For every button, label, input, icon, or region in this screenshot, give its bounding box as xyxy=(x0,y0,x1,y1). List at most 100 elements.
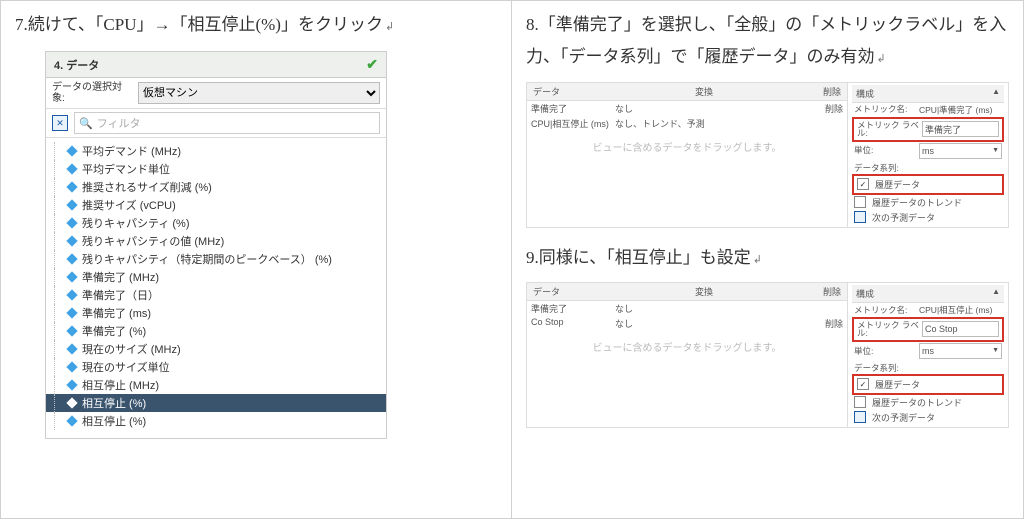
history-highlight: 履歴データ xyxy=(852,174,1004,195)
tree-item-label: 準備完了 (%) xyxy=(82,323,146,339)
tree-item[interactable]: 平均デマンド (MHz) xyxy=(46,142,386,160)
tree-item-label: 現在のサイズ (MHz) xyxy=(82,341,181,357)
unit-select[interactable]: ms▼ xyxy=(919,143,1002,159)
tree-item[interactable]: 推奨サイズ (vCPU) xyxy=(46,196,386,214)
col-del: 削除 xyxy=(795,83,847,100)
tree-item[interactable]: 現在のサイズ単位 xyxy=(46,358,386,376)
tree-item-label: 相互停止 (%) xyxy=(82,395,146,411)
tree-item[interactable]: 現在のサイズ (MHz) xyxy=(46,340,386,358)
target-select[interactable]: 仮想マシン xyxy=(138,82,380,104)
data-row[interactable]: CPU|相互停止 (ms)なし、トレンド、予測 xyxy=(527,116,847,131)
row-del xyxy=(813,117,843,130)
forecast-checkbox[interactable] xyxy=(854,211,866,223)
cfg-head: 構成▲ xyxy=(852,85,1004,103)
tree-item[interactable]: 準備完了 (MHz) xyxy=(46,268,386,286)
return-mark-icon: ↲ xyxy=(877,53,886,65)
cfg-head: 構成▲ xyxy=(852,285,1004,303)
metric-name-row: メトリック名:CPU|準備完了 (ms) xyxy=(852,103,1004,117)
tree-item-label: 推奨されるサイズ削減 (%) xyxy=(82,179,212,195)
config-panel-9: データ変換削除準備完了なしCo Stopなし削除ビューに含めるデータをドラッグし… xyxy=(526,282,1009,428)
row-data: 準備完了 xyxy=(531,102,615,115)
col-conv: 変換 xyxy=(689,283,795,300)
forecast-checkbox[interactable] xyxy=(854,411,866,423)
drag-hint: ビューに含めるデータをドラッグします。 xyxy=(527,331,847,362)
history-checkbox[interactable] xyxy=(857,378,869,390)
metric-name-row: メトリック名:CPU|相互停止 (ms) xyxy=(852,303,1004,317)
history-label: 履歴データ xyxy=(875,378,920,391)
trend-checkbox[interactable] xyxy=(854,196,866,208)
diamond-icon xyxy=(66,416,77,427)
step-8-instruction: 8.「準備完了」を選択し、「全般」の「メトリックラベル」を入力、「データ系列」で… xyxy=(526,9,1009,74)
forecast-label: 次の予測データ xyxy=(872,211,935,224)
right-column: 8.「準備完了」を選択し、「全般」の「メトリックラベル」を入力、「データ系列」で… xyxy=(512,1,1023,518)
close-icon[interactable]: ✕ xyxy=(52,115,68,131)
tree-item[interactable]: 推奨されるサイズ削減 (%) xyxy=(46,178,386,196)
metric-name-value: CPU|準備完了 (ms) xyxy=(919,104,993,116)
diamond-icon xyxy=(66,164,77,175)
tree-item-label: 準備完了（日） xyxy=(82,287,159,303)
diamond-icon xyxy=(66,254,77,265)
unit-row: 単位:ms▼ xyxy=(852,142,1004,160)
diamond-icon xyxy=(66,146,77,157)
data-row[interactable]: 準備完了なし削除 xyxy=(527,101,847,116)
forecast-label: 次の予測データ xyxy=(872,411,935,424)
series-label: データ系列: xyxy=(852,360,1004,374)
diamond-icon xyxy=(66,200,77,211)
diamond-icon xyxy=(66,398,77,409)
tree-item-label: 残りキャパシティ (%) xyxy=(82,215,190,231)
step-7-text: 7.続けて、「CPU」→「相互停止(%)」をクリック xyxy=(15,15,383,34)
col-conv: 変換 xyxy=(689,83,795,100)
series-label: データ系列: xyxy=(852,160,1004,174)
diamond-icon xyxy=(66,362,77,373)
tree-item[interactable]: 相互停止 (%) xyxy=(46,412,386,430)
step-7-instruction: 7.続けて、「CPU」→「相互停止(%)」をクリック↲ xyxy=(15,9,497,41)
tree-item[interactable]: 準備完了 (ms) xyxy=(46,304,386,322)
row-conv: なし xyxy=(615,317,813,330)
config-panel-8: データ変換削除準備完了なし削除CPU|相互停止 (ms)なし、トレンド、予測ビュ… xyxy=(526,82,1009,228)
metric-label-input[interactable]: 準備完了 xyxy=(922,121,999,137)
tree-item[interactable]: 残りキャパシティ（特定期間のピークベース） (%) xyxy=(46,250,386,268)
filter-row: ✕ 🔍 フィルタ xyxy=(46,109,386,138)
trend-label: 履歴データのトレンド xyxy=(872,196,962,209)
check-icon: ✔ xyxy=(366,56,378,73)
mini-right: 構成▲メトリック名:CPU|準備完了 (ms)メトリック ラベル:準備完了単位:… xyxy=(848,83,1008,227)
tree-item-label: 相互停止 (%) xyxy=(82,413,146,429)
search-icon: 🔍 xyxy=(79,117,93,130)
metric-label-highlight: メトリック ラベル:準備完了 xyxy=(852,117,1004,142)
diamond-icon xyxy=(66,344,77,355)
tree-item-label: 残りキャパシティの値 (MHz) xyxy=(82,233,224,249)
metric-label-input[interactable]: Co Stop xyxy=(922,321,999,337)
step-8-text: 8.「準備完了」を選択し、「全般」の「メトリックラベル」を入力、「データ系列」で… xyxy=(526,15,1006,66)
metric-name-value: CPU|相互停止 (ms) xyxy=(919,304,993,316)
unit-row: 単位:ms▼ xyxy=(852,342,1004,360)
data-row[interactable]: Co Stopなし削除 xyxy=(527,316,847,331)
col-del: 削除 xyxy=(795,283,847,300)
unit-select[interactable]: ms▼ xyxy=(919,343,1002,359)
history-checkbox[interactable] xyxy=(857,178,869,190)
mini-left: データ変換削除準備完了なしCo Stopなし削除ビューに含めるデータをドラッグし… xyxy=(527,283,848,427)
row-data: Co Stop xyxy=(531,317,615,330)
tree-item[interactable]: 残りキャパシティ (%) xyxy=(46,214,386,232)
diamond-icon xyxy=(66,290,77,301)
row-conv: なし xyxy=(615,102,813,115)
data-panel: 4. データ ✔ データの選択対象: 仮想マシン ✕ 🔍 フィルタ 平均デマンド… xyxy=(45,51,387,439)
row-conv: なし xyxy=(615,302,813,315)
col-data: データ xyxy=(527,83,689,100)
tree-item[interactable]: 準備完了（日） xyxy=(46,286,386,304)
row-conv: なし、トレンド、予測 xyxy=(615,117,813,130)
tree-item-label: 準備完了 (ms) xyxy=(82,305,151,321)
tree-item-label: 推奨サイズ (vCPU) xyxy=(82,197,176,213)
data-row[interactable]: 準備完了なし xyxy=(527,301,847,316)
tree-item[interactable]: 相互停止 (MHz) xyxy=(46,376,386,394)
target-select-row: データの選択対象: 仮想マシン xyxy=(46,78,386,109)
tree-item[interactable]: 平均デマンド単位 xyxy=(46,160,386,178)
tree-item[interactable]: 準備完了 (%) xyxy=(46,322,386,340)
filter-input[interactable]: 🔍 フィルタ xyxy=(74,112,380,134)
tree-item[interactable]: 相互停止 (%) xyxy=(46,394,386,412)
trend-checkbox[interactable] xyxy=(854,396,866,408)
drag-hint: ビューに含めるデータをドラッグします。 xyxy=(527,131,847,162)
tree-item-label: 現在のサイズ単位 xyxy=(82,359,170,375)
mini-body: データ変換削除準備完了なし削除CPU|相互停止 (ms)なし、トレンド、予測ビュ… xyxy=(527,83,1008,227)
metric-tree[interactable]: 平均デマンド (MHz)平均デマンド単位推奨されるサイズ削減 (%) 推奨サイズ … xyxy=(46,138,386,438)
tree-item[interactable]: 残りキャパシティの値 (MHz) xyxy=(46,232,386,250)
